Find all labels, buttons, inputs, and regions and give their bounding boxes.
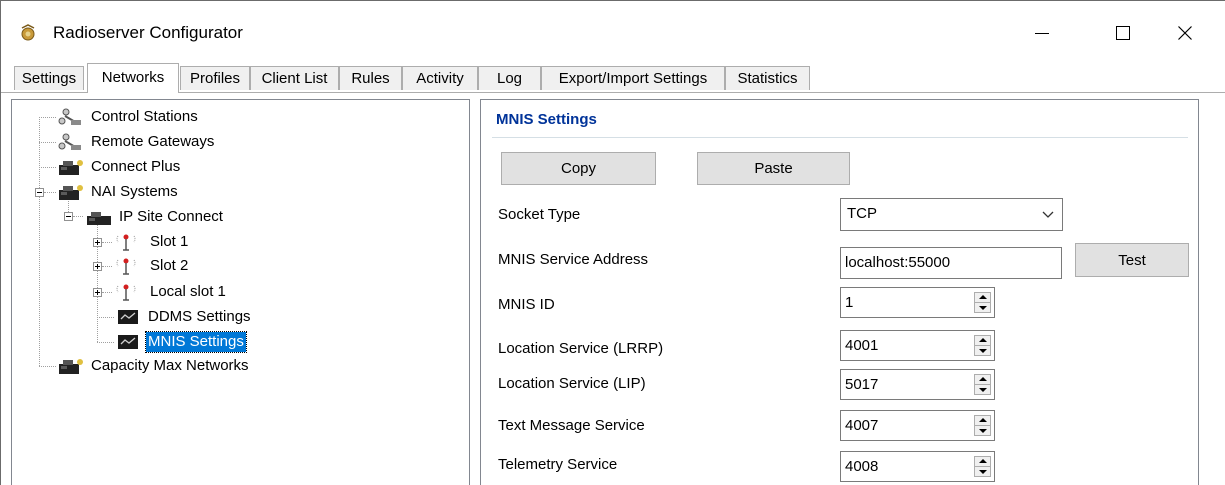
antenna-icon	[116, 258, 136, 275]
tree-line	[39, 167, 56, 168]
text-message-spin-buttons[interactable]	[974, 415, 991, 436]
mnis-id-spin-buttons[interactable]	[974, 292, 991, 313]
radioserver-configurator-window: Radioserver Configurator Settings Networ…	[0, 0, 1225, 485]
gateway-icon	[58, 108, 81, 125]
tree-line	[97, 317, 114, 318]
minimize-button[interactable]	[1017, 15, 1063, 51]
telemetry-spin-buttons[interactable]	[974, 456, 991, 477]
telemetry-value: 4008	[845, 458, 879, 475]
close-button[interactable]	[1161, 15, 1207, 51]
antenna-icon	[116, 234, 136, 251]
tree-line	[39, 117, 40, 366]
lrrp-stepper[interactable]: 4001	[840, 330, 995, 361]
tab-export-import-settings[interactable]: Export/Import Settings	[541, 66, 725, 90]
mnis-id-label: MNIS ID	[498, 296, 555, 313]
mnis-id-value: 1	[845, 294, 854, 311]
expand-toggle[interactable]	[93, 238, 102, 247]
service-address-label: MNIS Service Address	[498, 251, 649, 268]
telemetry-label: Telemetry Service	[498, 456, 618, 473]
tab-log[interactable]: Log	[478, 66, 541, 90]
service-address-input[interactable]: localhost:55000	[840, 247, 1062, 279]
settings-monitor-icon	[118, 335, 138, 349]
lrrp-label: Location Service (LRRP)	[498, 340, 664, 357]
tree-item-label: MNIS Settings	[145, 331, 247, 353]
maximize-button[interactable]	[1099, 15, 1145, 51]
chevron-down-icon	[1042, 211, 1054, 218]
tree-item-label: Capacity Max Networks	[91, 357, 249, 374]
tree-line	[73, 216, 83, 217]
tab-rules[interactable]: Rules	[339, 66, 402, 90]
network-icon	[59, 160, 83, 175]
tab-activity[interactable]: Activity	[402, 66, 478, 90]
tree-item-label: Slot 2	[150, 257, 189, 274]
collapse-toggle[interactable]	[64, 212, 73, 221]
service-address-value: localhost:55000	[845, 254, 951, 271]
tree-line	[102, 242, 112, 243]
socket-type-label: Socket Type	[498, 206, 581, 223]
copy-button[interactable]: Copy	[501, 152, 656, 185]
tree-item-label: Slot 1	[150, 233, 189, 250]
section-divider	[492, 137, 1188, 138]
network-icon	[87, 212, 111, 225]
lip-spin-buttons[interactable]	[974, 374, 991, 395]
mnis-id-stepper[interactable]: 1	[840, 287, 995, 318]
socket-type-select[interactable]: TCP	[840, 198, 1063, 231]
text-message-stepper[interactable]: 4007	[840, 410, 995, 441]
tree-item-label: Local slot 1	[150, 283, 226, 300]
expand-toggle[interactable]	[93, 288, 102, 297]
lrrp-value: 4001	[845, 337, 879, 354]
lip-value: 5017	[845, 376, 879, 393]
antenna-icon	[116, 284, 136, 301]
tree-item-label: Connect Plus	[91, 158, 181, 175]
app-icon	[21, 24, 35, 41]
tab-strip: Settings Networks Profiles Client List R…	[1, 63, 1225, 93]
telemetry-stepper[interactable]: 4008	[840, 451, 995, 482]
tree-item-label: DDMS Settings	[148, 308, 251, 325]
tree-item-label: Control Stations	[91, 108, 198, 125]
network-icon	[59, 359, 83, 374]
expand-toggle[interactable]	[93, 262, 102, 271]
tree-line	[44, 192, 56, 193]
tree-item-label: IP Site Connect	[119, 208, 223, 225]
text-message-value: 4007	[845, 417, 879, 434]
tab-client-list[interactable]: Client List	[250, 66, 339, 90]
title-bar: Radioserver Configurator	[1, 1, 1225, 61]
lrrp-spin-buttons[interactable]	[974, 335, 991, 356]
tree-line	[39, 366, 56, 367]
close-icon	[1178, 26, 1192, 40]
paste-button[interactable]: Paste	[697, 152, 850, 185]
tree-line	[97, 342, 114, 343]
tab-profiles[interactable]: Profiles	[180, 66, 250, 90]
settings-monitor-icon	[118, 310, 138, 324]
tree-line	[39, 117, 56, 118]
section-title: MNIS Settings	[496, 111, 597, 128]
tab-networks[interactable]: Networks	[87, 63, 179, 93]
tree-line	[102, 292, 112, 293]
lip-label: Location Service (LIP)	[498, 375, 646, 392]
tab-settings[interactable]: Settings	[14, 66, 84, 90]
network-icon	[59, 185, 83, 200]
tab-statistics[interactable]: Statistics	[725, 66, 810, 90]
collapse-toggle[interactable]	[35, 188, 44, 197]
tree-line	[39, 142, 56, 143]
test-button[interactable]: Test	[1075, 243, 1189, 277]
lip-stepper[interactable]: 5017	[840, 369, 995, 400]
gateway-icon	[58, 133, 81, 150]
tree-item-label: NAI Systems	[91, 183, 178, 200]
window-title: Radioserver Configurator	[53, 23, 243, 42]
text-message-label: Text Message Service	[498, 417, 645, 434]
socket-type-value: TCP	[847, 205, 877, 222]
tree-line	[102, 266, 112, 267]
tree-item-label: Remote Gateways	[91, 133, 215, 150]
